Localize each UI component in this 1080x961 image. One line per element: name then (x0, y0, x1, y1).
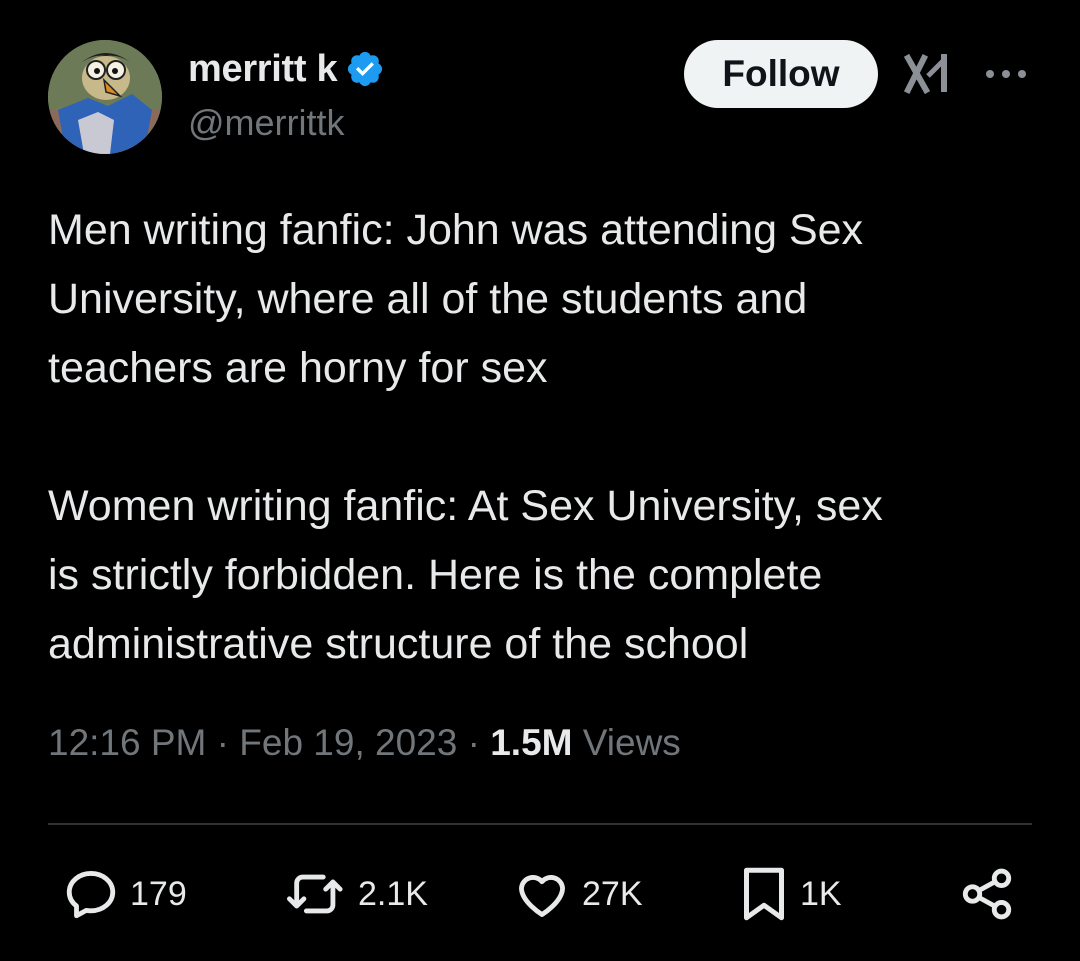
tweet-meta: 12:16 PM · Feb 19, 2023 · 1.5M Views (48, 722, 681, 764)
bookmark-icon (738, 864, 790, 924)
avatar[interactable] (48, 40, 162, 154)
bookmark-count: 1K (800, 874, 842, 913)
like-button[interactable]: 27K (512, 856, 643, 932)
repost-count: 2.1K (358, 874, 428, 913)
more-dots-icon[interactable] (984, 62, 1028, 86)
divider (48, 823, 1032, 825)
reply-button[interactable]: 179 (62, 856, 187, 932)
share-nodes-icon (958, 865, 1016, 923)
speech-bubble-icon (62, 865, 120, 923)
views-label: Views (572, 722, 681, 763)
grok-icon[interactable] (903, 52, 954, 96)
bookmark-button[interactable]: 1K (738, 856, 842, 932)
reply-count: 179 (130, 874, 187, 913)
repost-button[interactable]: 2.1K (284, 856, 428, 932)
meta-separator: · (457, 722, 491, 763)
author-handle[interactable]: @merrittk (188, 102, 345, 144)
views-count: 1.5M (490, 722, 573, 763)
like-count: 27K (582, 874, 643, 913)
share-button[interactable] (958, 856, 1016, 932)
verified-badge-icon (345, 49, 385, 89)
heart-icon (512, 865, 572, 923)
follow-button[interactable]: Follow (684, 40, 878, 108)
tweet-text: Men writing fanfic: John was attending S… (48, 206, 883, 668)
tweet-date[interactable]: Feb 19, 2023 (239, 722, 457, 764)
tweet-card: merritt k @merrittk Follow Men writing f… (0, 0, 1080, 961)
action-bar: 179 2.1K 27K 1K (0, 856, 1080, 932)
meta-separator: · (206, 722, 240, 763)
display-name[interactable]: merritt k (188, 48, 338, 91)
author-name-row[interactable]: merritt k (188, 44, 385, 94)
tweet-time[interactable]: 12:16 PM (48, 722, 206, 764)
repost-arrows-icon (284, 865, 348, 923)
